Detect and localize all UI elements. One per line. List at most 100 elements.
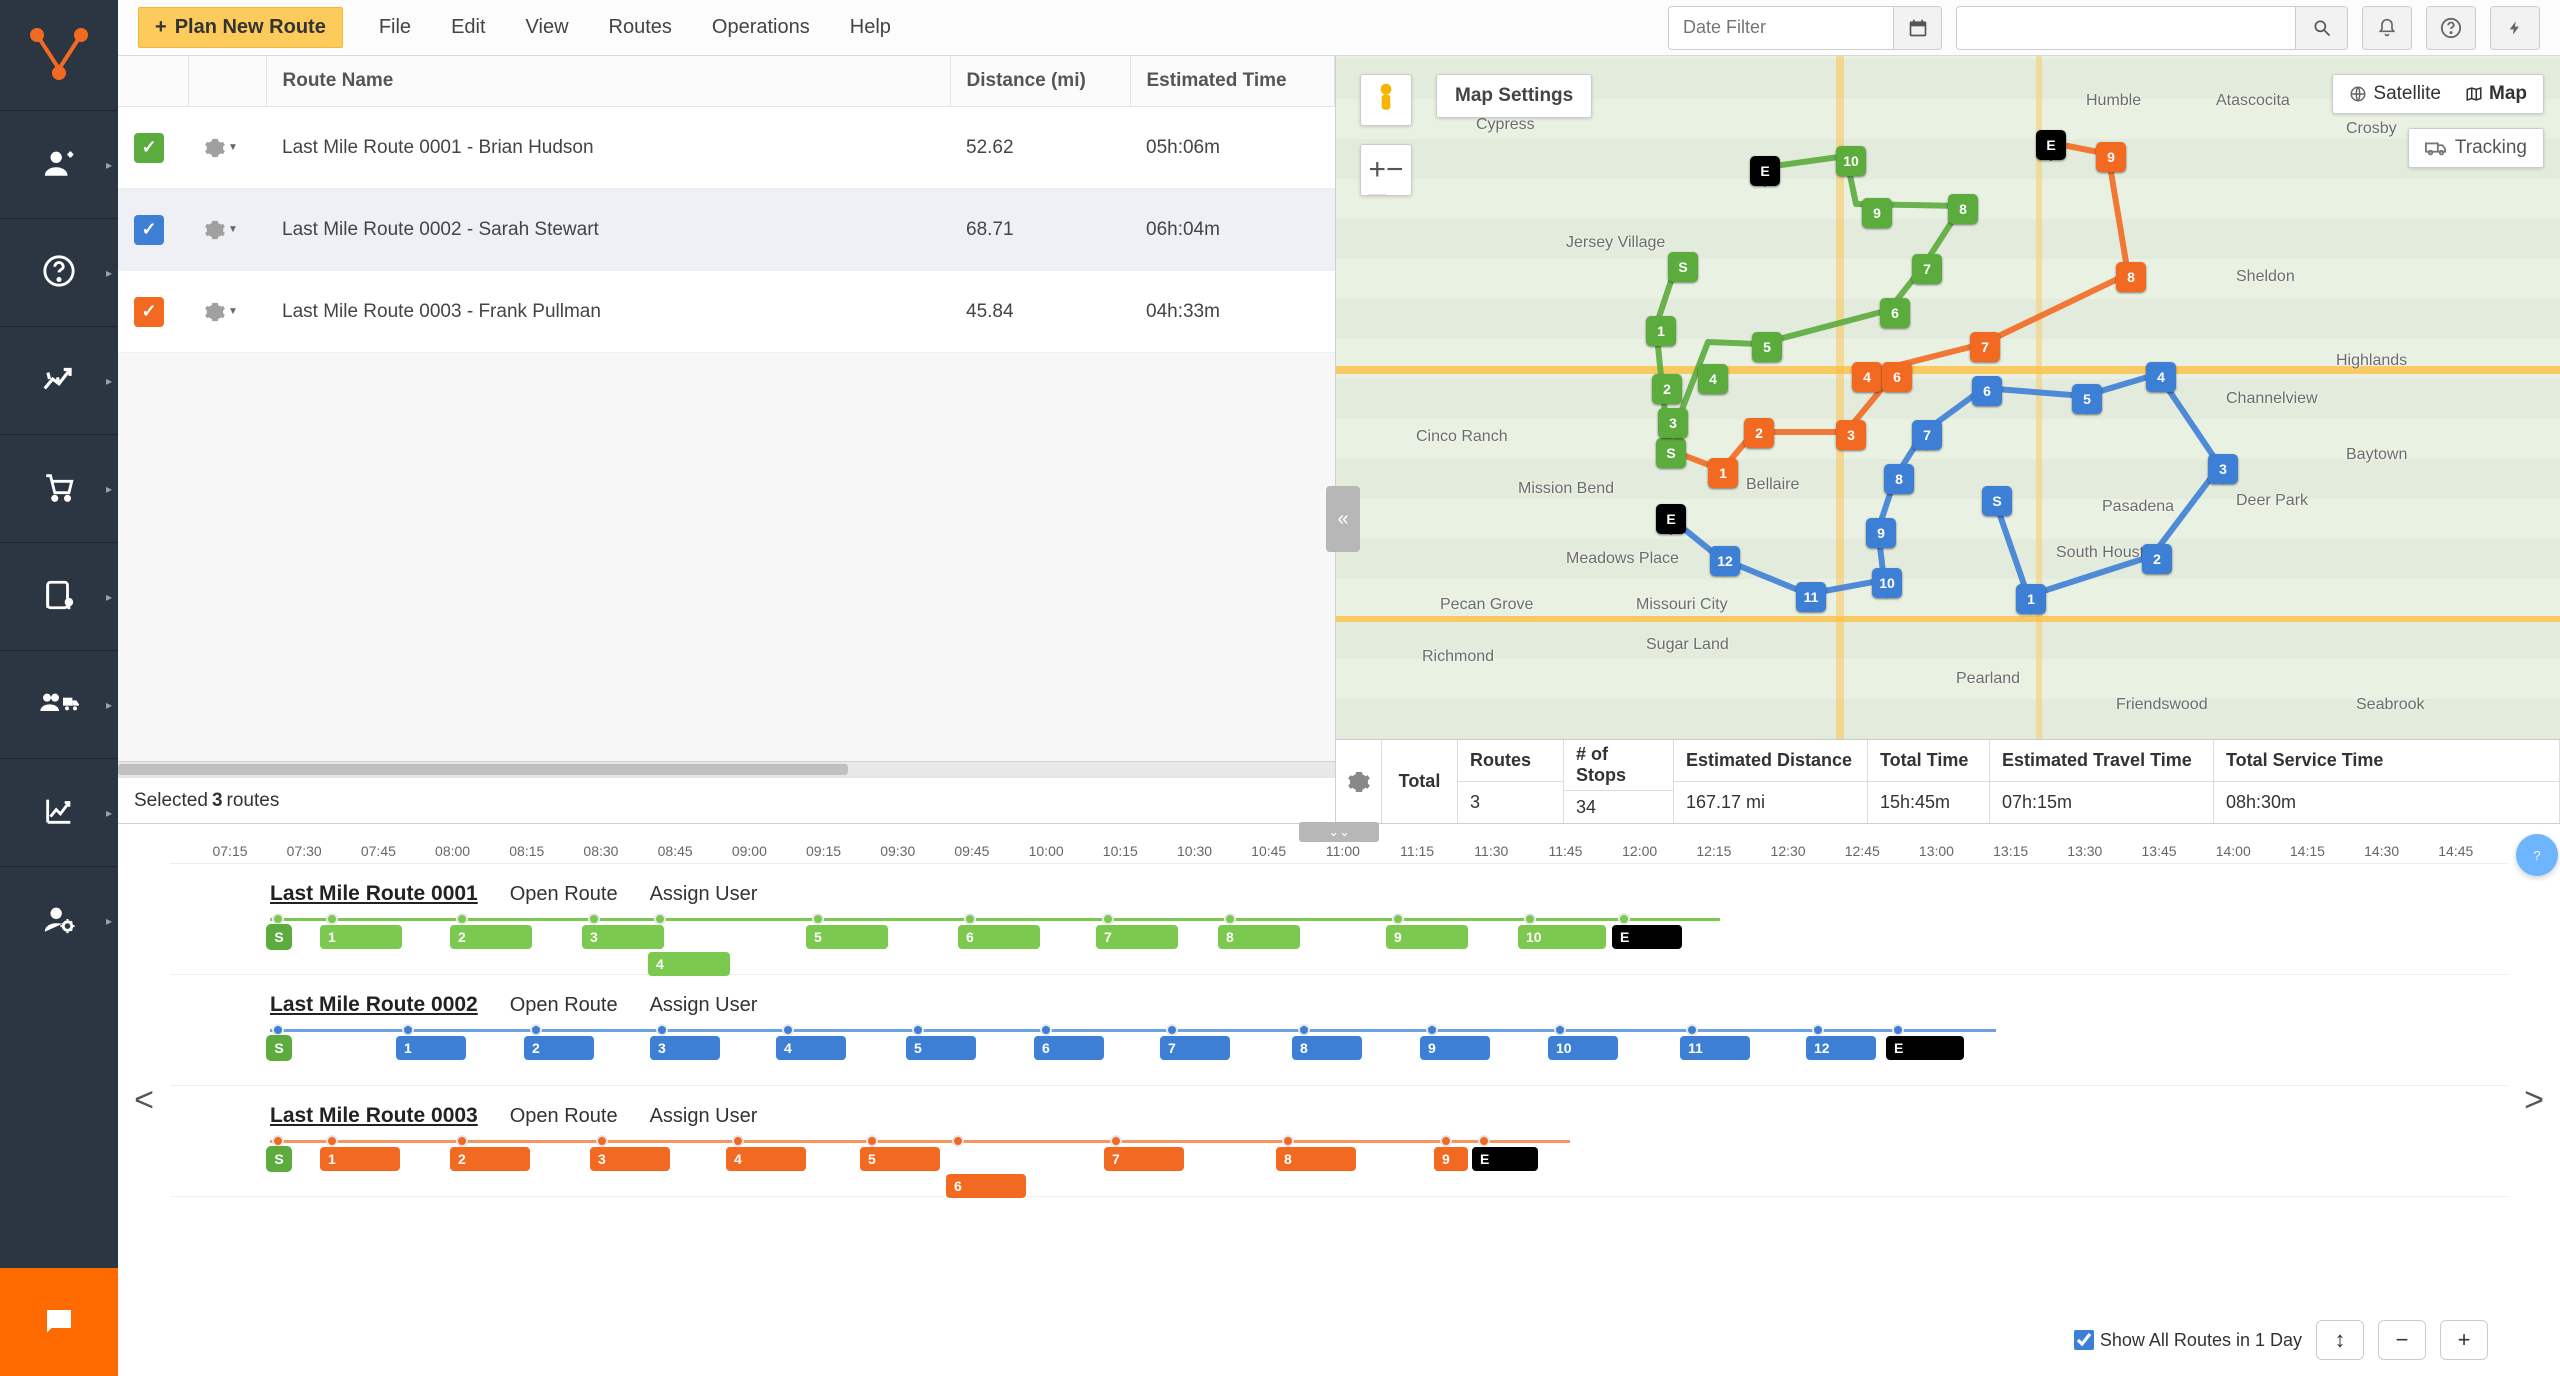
map-marker[interactable]: 9 — [2096, 142, 2126, 172]
gantt-bar[interactable]: 6 — [946, 1174, 1026, 1198]
map-marker[interactable]: 6 — [1880, 298, 1910, 328]
menu-routes[interactable]: Routes — [609, 16, 672, 39]
map-marker[interactable]: 4 — [2146, 362, 2176, 392]
route-gear-menu[interactable]: ▼ — [204, 301, 250, 323]
gantt-bar[interactable]: 3 — [590, 1147, 670, 1171]
routes-horizontal-scrollbar[interactable] — [118, 761, 1335, 777]
map-marker[interactable]: 10 — [1836, 146, 1866, 176]
map-marker[interactable]: 4 — [1852, 362, 1882, 392]
route-checkbox[interactable]: ✓ — [134, 133, 164, 163]
gantt-bar[interactable]: 2 — [524, 1036, 594, 1060]
gantt-bar[interactable]: 4 — [726, 1147, 806, 1171]
gantt-bar[interactable]: E — [1472, 1147, 1538, 1171]
route-row[interactable]: ✓ ▼ Last Mile Route 0002 - Sarah Stewart… — [118, 189, 1335, 271]
gantt-bar[interactable]: 6 — [958, 925, 1040, 949]
gantt-start[interactable]: S — [266, 1146, 292, 1172]
sidebar-item-trends[interactable]: ▸ — [0, 326, 118, 434]
gantt-bar[interactable]: 5 — [806, 925, 888, 949]
timeline-prev-button[interactable]: < — [118, 824, 170, 1376]
gantt-bar[interactable]: E — [1612, 925, 1682, 949]
route-checkbox[interactable]: ✓ — [134, 215, 164, 245]
timeline-fit-button[interactable]: ↕ — [2316, 1320, 2364, 1360]
gantt-start[interactable]: S — [266, 924, 292, 950]
map-marker[interactable]: 1 — [1646, 316, 1676, 346]
col-route-name[interactable]: Route Name — [266, 56, 950, 107]
timeline-route-name[interactable]: Last Mile Route 0002 — [270, 993, 478, 1017]
gantt-bar[interactable]: 7 — [1104, 1147, 1184, 1171]
map-marker[interactable]: 8 — [1884, 464, 1914, 494]
gantt-bar[interactable]: 7 — [1160, 1036, 1230, 1060]
gantt-bar[interactable]: 2 — [450, 1147, 530, 1171]
sidebar-item-user-settings[interactable]: ▸ — [0, 866, 118, 974]
gantt-bar[interactable]: 4 — [776, 1036, 846, 1060]
map-marker[interactable]: 3 — [1658, 408, 1688, 438]
map-marker[interactable]: 1 — [2016, 584, 2046, 614]
map-marker[interactable]: 7 — [1912, 254, 1942, 284]
map-marker[interactable]: 11 — [1796, 582, 1826, 612]
timeline-route-name[interactable]: Last Mile Route 0001 — [270, 882, 478, 906]
map-marker[interactable]: 2 — [1744, 418, 1774, 448]
map-canvas[interactable]: CypressHumbleAtascocitaCrosbyJersey Vill… — [1336, 56, 2560, 739]
col-est-time[interactable]: Estimated Time — [1130, 56, 1335, 107]
map-marker[interactable]: 9 — [1862, 198, 1892, 228]
map-marker[interactable]: 1 — [1708, 458, 1738, 488]
route-row[interactable]: ✓ ▼ Last Mile Route 0003 - Frank Pullman… — [118, 271, 1335, 353]
assign-user-link[interactable]: Assign User — [650, 883, 758, 906]
gantt-bar[interactable]: 9 — [1386, 925, 1468, 949]
gantt-bar[interactable]: 6 — [1034, 1036, 1104, 1060]
map-marker[interactable]: 2 — [2142, 544, 2172, 574]
menu-help[interactable]: Help — [850, 16, 891, 39]
map-marker[interactable]: 6 — [1882, 362, 1912, 392]
map-marker[interactable]: S — [1982, 486, 2012, 516]
menu-edit[interactable]: Edit — [451, 16, 485, 39]
map-marker[interactable]: S — [1668, 252, 1698, 282]
sidebar-item-analytics[interactable]: ▸ — [0, 758, 118, 866]
timeline-route-name[interactable]: Last Mile Route 0003 — [270, 1104, 478, 1128]
gantt-bar[interactable]: 12 — [1806, 1036, 1876, 1060]
gantt-start[interactable]: S — [266, 1035, 292, 1061]
map-marker[interactable]: 9 — [1866, 518, 1896, 548]
menu-operations[interactable]: Operations — [712, 16, 810, 39]
map-marker[interactable]: 3 — [1836, 420, 1866, 450]
search-button[interactable] — [2296, 6, 2348, 50]
map-marker[interactable]: 7 — [1970, 332, 2000, 362]
open-route-link[interactable]: Open Route — [510, 883, 618, 906]
map-marker[interactable]: 12 — [1710, 546, 1740, 576]
map-marker[interactable]: 10 — [1872, 568, 1902, 598]
map-marker[interactable]: 8 — [2116, 262, 2146, 292]
search-input[interactable] — [1956, 6, 2296, 50]
timeline-next-button[interactable]: > — [2508, 824, 2560, 1376]
collapse-timeline-handle[interactable]: ⌄⌄ — [1299, 822, 1379, 842]
route-gear-menu[interactable]: ▼ — [204, 137, 250, 159]
route-gear-menu[interactable]: ▼ — [204, 219, 250, 241]
map-settings-button[interactable]: Map Settings — [1436, 74, 1592, 118]
app-logo[interactable] — [0, 0, 118, 110]
map-marker[interactable]: E — [1656, 504, 1686, 534]
satellite-option[interactable]: Satellite — [2349, 83, 2441, 105]
timeline-zoom-out-button[interactable]: − — [2378, 1320, 2426, 1360]
date-picker-button[interactable] — [1894, 6, 1942, 50]
tracking-button[interactable]: Tracking — [2408, 128, 2544, 168]
gantt-bar[interactable]: 1 — [320, 925, 402, 949]
map-marker[interactable]: 4 — [1698, 364, 1728, 394]
gantt-bar[interactable]: 8 — [1276, 1147, 1356, 1171]
assign-user-link[interactable]: Assign User — [650, 994, 758, 1017]
map-marker[interactable]: 7 — [1912, 420, 1942, 450]
zoom-out-button[interactable]: − — [1386, 145, 1404, 195]
sidebar-item-help[interactable]: ▸ — [0, 218, 118, 326]
gantt-bar[interactable]: 4 — [648, 952, 730, 976]
summary-settings-button[interactable] — [1336, 740, 1382, 823]
gantt-bar[interactable]: 10 — [1548, 1036, 1618, 1060]
map-marker[interactable]: E — [2036, 130, 2066, 160]
gantt-bar[interactable]: E — [1886, 1036, 1964, 1060]
sidebar-item-orders[interactable]: ▸ — [0, 434, 118, 542]
map-marker[interactable]: 8 — [1948, 194, 1978, 224]
map-marker[interactable]: E — [1750, 156, 1780, 186]
gantt-bar[interactable]: 9 — [1434, 1147, 1468, 1171]
map-marker[interactable]: 5 — [2072, 384, 2102, 414]
open-route-link[interactable]: Open Route — [510, 994, 618, 1017]
menu-file[interactable]: File — [379, 16, 411, 39]
sidebar-item-add-user[interactable]: ▸ — [0, 110, 118, 218]
route-row[interactable]: ✓ ▼ Last Mile Route 0001 - Brian Hudson … — [118, 107, 1335, 189]
gantt-bar[interactable]: 5 — [906, 1036, 976, 1060]
